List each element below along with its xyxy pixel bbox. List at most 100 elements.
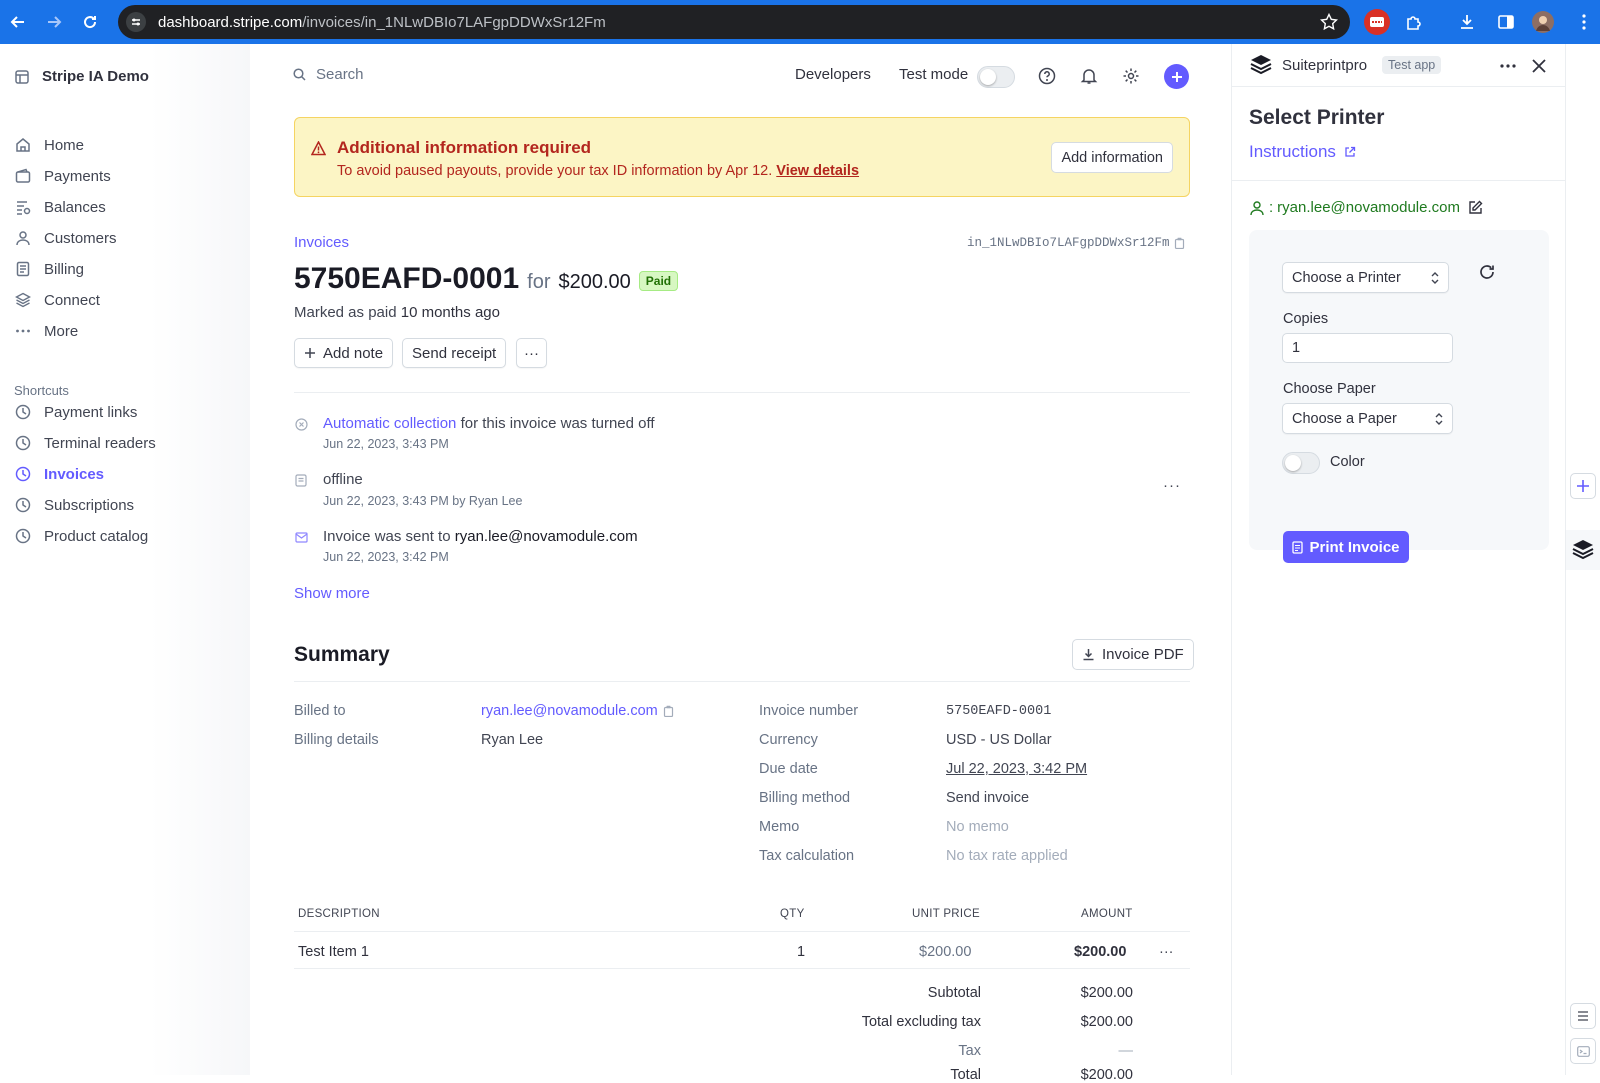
timeline-time: Jun 22, 2023, 3:42 PM bbox=[323, 550, 449, 564]
add-app-button[interactable] bbox=[1570, 473, 1596, 499]
plus-icon bbox=[304, 347, 316, 359]
shortcut-invoices[interactable]: Invoices bbox=[14, 463, 104, 485]
chevron-up-down-icon bbox=[1434, 412, 1444, 426]
edit-icon[interactable] bbox=[1468, 200, 1483, 215]
account-switcher[interactable]: Stripe IA Demo bbox=[14, 68, 149, 85]
memo-label: Memo bbox=[759, 819, 800, 835]
paid-status-text: Marked as paid 10 months ago bbox=[294, 304, 500, 321]
address-bar[interactable]: dashboard.stripe.com/invoices/in_1NLwDBI… bbox=[118, 5, 1350, 39]
bookmark-star-icon[interactable] bbox=[1320, 13, 1338, 31]
note-more-button[interactable]: ··· bbox=[1163, 477, 1181, 494]
search-bar[interactable]: Search bbox=[293, 66, 364, 83]
automatic-collection-link[interactable]: Automatic collection bbox=[323, 415, 456, 432]
shortcut-subscriptions[interactable]: Subscriptions bbox=[14, 494, 134, 516]
extension-red-icon[interactable] bbox=[1364, 9, 1390, 35]
tax-calculation-value: No tax rate applied bbox=[946, 848, 1068, 864]
shortcut-product-catalog[interactable]: Product catalog bbox=[14, 525, 148, 547]
notifications-bell-icon[interactable] bbox=[1077, 64, 1101, 88]
subtotal-label: Subtotal bbox=[927, 985, 981, 1001]
more-actions-button[interactable]: ··· bbox=[516, 338, 547, 368]
clock-icon bbox=[14, 403, 32, 421]
forward-button[interactable] bbox=[42, 10, 66, 34]
column-header-description: DESCRIPTION bbox=[298, 908, 380, 920]
sidebar-item-customers[interactable]: Customers bbox=[14, 227, 117, 249]
banner-text: To avoid paused payouts, provide your ta… bbox=[337, 163, 860, 179]
developers-link[interactable]: Developers bbox=[795, 66, 871, 83]
total-excl-tax-label: Total excluding tax bbox=[861, 1014, 981, 1030]
terminal-icon[interactable] bbox=[1570, 1038, 1596, 1064]
shortcut-payment-links[interactable]: Payment links bbox=[14, 401, 137, 423]
sidebar-item-billing[interactable]: Billing bbox=[14, 258, 84, 280]
item-description: Test Item 1 bbox=[298, 944, 369, 960]
printer-select[interactable]: Choose a Printer bbox=[1282, 262, 1449, 293]
search-input[interactable]: Search bbox=[316, 66, 364, 83]
panel-title: Select Printer bbox=[1249, 106, 1385, 129]
billed-to-email[interactable]: ryan.lee@novamodule.com bbox=[481, 703, 674, 719]
invoice-pdf-button[interactable]: Invoice PDF bbox=[1072, 639, 1194, 670]
add-information-button[interactable]: Add information bbox=[1051, 142, 1173, 173]
note-icon bbox=[294, 473, 308, 487]
list-icon[interactable] bbox=[1570, 1003, 1596, 1029]
profile-avatar[interactable] bbox=[1532, 11, 1554, 33]
color-label: Color bbox=[1330, 454, 1365, 470]
settings-gear-icon[interactable] bbox=[1119, 64, 1143, 88]
due-date-value[interactable]: Jul 22, 2023, 3:42 PM bbox=[946, 761, 1087, 777]
sidebar-item-payments[interactable]: Payments bbox=[14, 165, 111, 187]
currency-value: USD - US Dollar bbox=[946, 732, 1052, 748]
show-more-link[interactable]: Show more bbox=[294, 585, 370, 602]
back-button[interactable] bbox=[6, 10, 30, 34]
shortcut-terminal-readers[interactable]: Terminal readers bbox=[14, 432, 156, 454]
row-more-button[interactable]: ··· bbox=[1159, 944, 1174, 960]
app-name: Suiteprintpro bbox=[1282, 57, 1368, 74]
divider bbox=[294, 681, 1190, 682]
side-panel-icon[interactable] bbox=[1494, 10, 1518, 34]
divider bbox=[294, 931, 1190, 932]
currency-label: Currency bbox=[759, 732, 818, 748]
color-toggle[interactable] bbox=[1282, 452, 1320, 474]
subtotal-value: $200.00 bbox=[1080, 985, 1133, 1001]
breadcrumb-invoices[interactable]: Invoices bbox=[294, 234, 349, 251]
panel-more-icon[interactable] bbox=[1499, 57, 1517, 75]
create-new-button[interactable] bbox=[1164, 64, 1189, 89]
arrow-left-icon bbox=[10, 16, 24, 28]
view-details-link[interactable]: View details bbox=[776, 163, 859, 179]
refresh-icon[interactable] bbox=[1478, 263, 1496, 281]
sidebar-item-balances[interactable]: Balances bbox=[14, 196, 106, 218]
timeline-event: Automatic collection for this invoice wa… bbox=[323, 415, 655, 432]
download-icon[interactable] bbox=[1455, 10, 1479, 34]
memo-value: No memo bbox=[946, 819, 1009, 835]
sidebar-item-more[interactable]: More bbox=[14, 320, 78, 342]
connect-icon bbox=[14, 291, 32, 309]
reload-button[interactable] bbox=[78, 10, 102, 34]
help-icon[interactable] bbox=[1035, 64, 1059, 88]
extensions-puzzle-icon[interactable] bbox=[1402, 10, 1426, 34]
clock-icon bbox=[14, 496, 32, 514]
external-link-icon bbox=[1344, 146, 1356, 158]
divider bbox=[294, 392, 1190, 393]
sidebar-item-label: Balances bbox=[44, 198, 106, 216]
copy-icon[interactable] bbox=[663, 705, 674, 717]
instructions-link[interactable]: Instructions bbox=[1249, 142, 1356, 162]
test-mode-toggle[interactable] bbox=[977, 66, 1015, 88]
site-info-icon[interactable] bbox=[126, 12, 146, 32]
copies-label: Copies bbox=[1283, 311, 1329, 327]
sidebar-item-connect[interactable]: Connect bbox=[14, 289, 100, 311]
browser-menu-icon[interactable] bbox=[1572, 10, 1596, 34]
close-icon[interactable] bbox=[1530, 57, 1548, 75]
print-invoice-button[interactable]: Print Invoice bbox=[1283, 531, 1409, 563]
paper-select[interactable]: Choose a Paper bbox=[1282, 403, 1453, 434]
suiteprintpro-app-icon[interactable] bbox=[1566, 530, 1600, 570]
invoice-number-label: Invoice number bbox=[759, 703, 859, 719]
copy-icon[interactable] bbox=[1174, 237, 1185, 249]
invoice-number: 5750EAFD-0001 bbox=[294, 262, 520, 295]
send-receipt-button[interactable]: Send receipt bbox=[402, 338, 507, 368]
sidebar: Stripe IA Demo Home Payments Balances Cu… bbox=[0, 44, 250, 1075]
copies-input[interactable]: 1 bbox=[1282, 333, 1453, 363]
sidebar-item-home[interactable]: Home bbox=[14, 134, 84, 156]
banner-title: Additional information required bbox=[337, 138, 592, 157]
add-note-button[interactable]: Add note bbox=[294, 338, 394, 368]
download-icon bbox=[1082, 648, 1095, 661]
sidebar-item-label: Billing bbox=[44, 260, 85, 278]
more-icon bbox=[14, 322, 32, 340]
paper-label: Choose Paper bbox=[1283, 381, 1376, 397]
